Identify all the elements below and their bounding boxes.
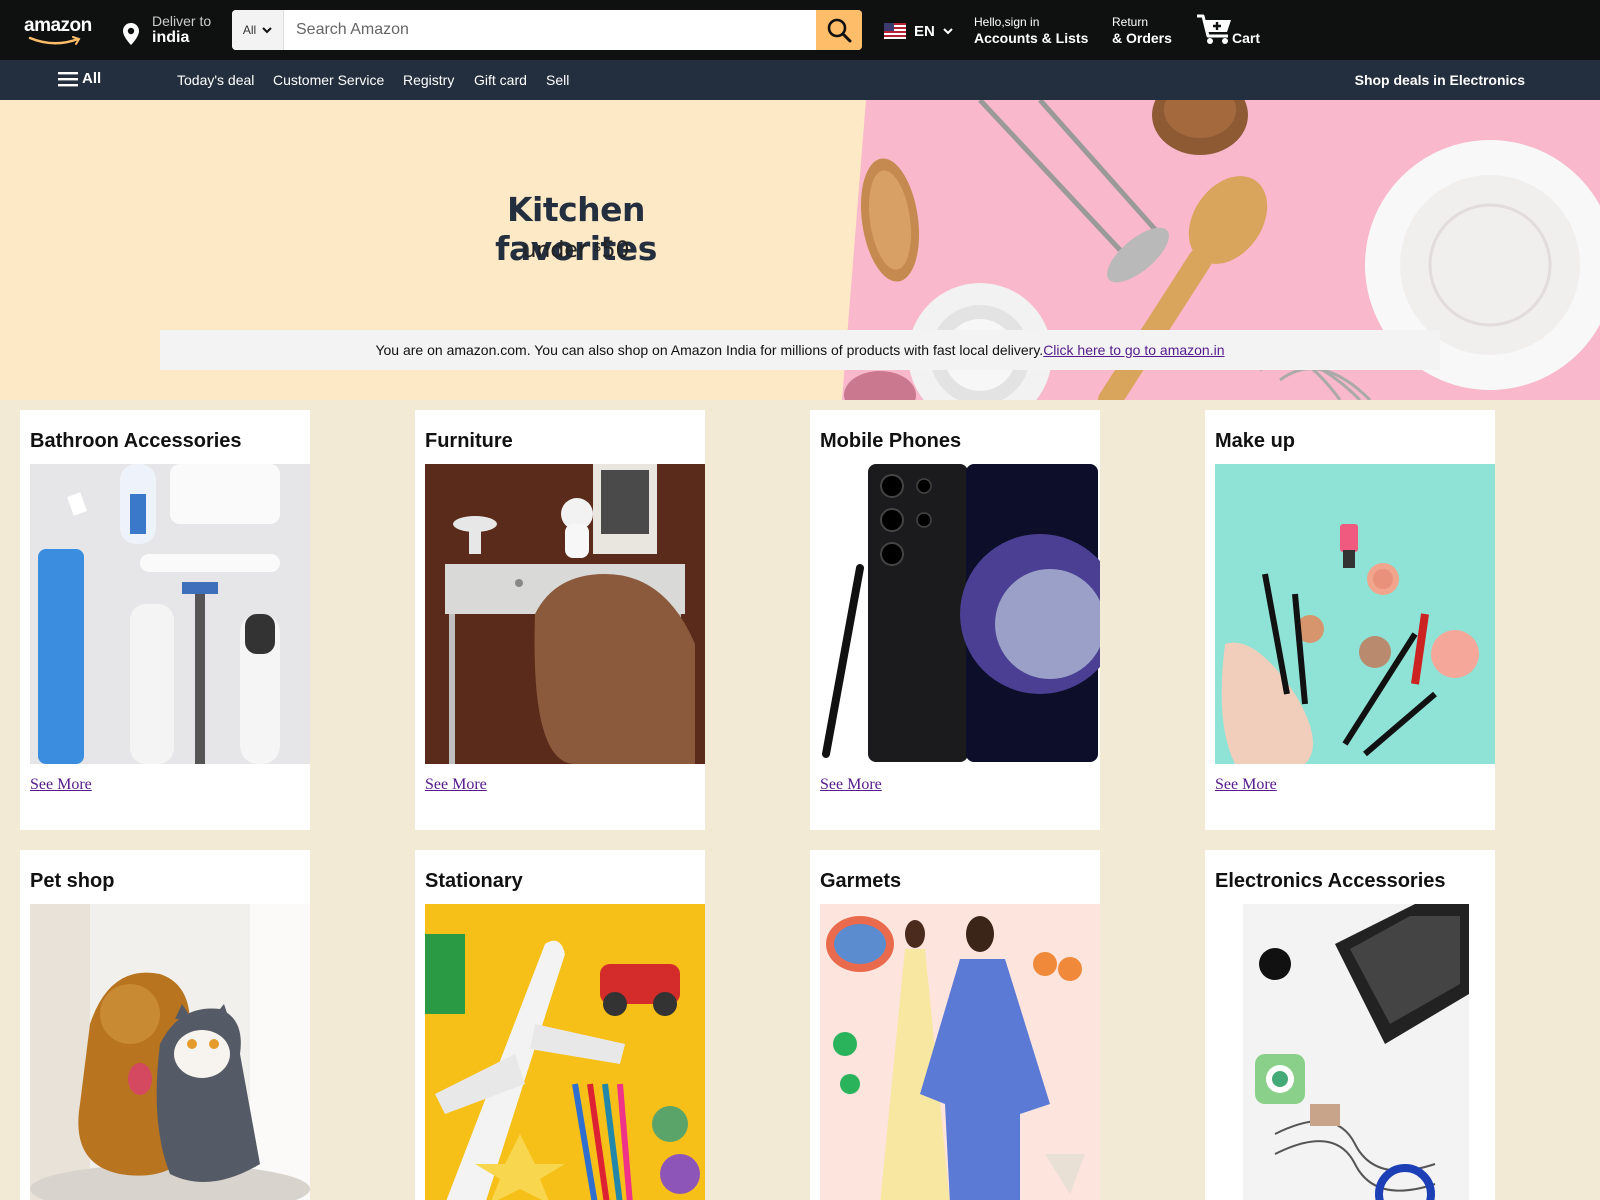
nav-link-registry[interactable]: Registry	[403, 72, 454, 88]
us-flag-icon	[884, 23, 906, 39]
category-card-furniture[interactable]: Furniture See More	[415, 410, 705, 830]
all-menu-button[interactable]: All	[58, 70, 101, 87]
category-card-stationary[interactable]: Stationary	[415, 850, 705, 1200]
nav-link-gift-card[interactable]: Gift card	[474, 72, 527, 88]
garments-image[interactable]	[820, 904, 1100, 1200]
account-greeting: Hello,sign in	[974, 15, 1040, 29]
cart-label: Cart	[1232, 30, 1261, 46]
all-label: All	[82, 70, 102, 87]
see-more-link[interactable]: See More	[425, 776, 487, 794]
nav-link-customer-service[interactable]: Customer Service	[273, 72, 384, 88]
logo-smile-icon	[28, 36, 81, 45]
cart-icon	[1197, 14, 1231, 44]
account-menu[interactable]: Hello,sign in Accounts & Lists	[974, 15, 1088, 46]
search-category-label: All	[242, 23, 257, 37]
electronics-accessories-image[interactable]	[1215, 904, 1495, 1200]
hero-currency: $	[593, 240, 602, 254]
card-title: Pet shop	[30, 870, 115, 892]
card-title: Garmets	[820, 870, 902, 892]
category-card-makeup[interactable]: Make up See More	[1205, 410, 1495, 830]
site-notice: You are on amazon.com. You can also shop…	[160, 330, 1440, 370]
logo-text: amazon	[24, 15, 92, 36]
hamburger-menu-icon	[58, 71, 78, 86]
top-navbar: amazon Deliver to india All Search Amazo…	[0, 0, 1600, 60]
search-bar: All	[232, 10, 862, 50]
secondary-navbar: All Today's deal Customer Service Regist…	[0, 60, 1600, 100]
category-card-electronics-accessories[interactable]: Electronics Accessories	[1205, 850, 1495, 1200]
hero-amount: 50	[601, 238, 630, 263]
chevron-down-icon	[943, 27, 953, 34]
mobile-phones-image[interactable]	[820, 464, 1100, 764]
notice-text: You are on amazon.com. You can also shop…	[375, 342, 1044, 358]
deliver-location: india	[152, 29, 190, 46]
see-more-link[interactable]: See More	[1215, 776, 1277, 794]
hero-banner[interactable]: Kitchen favorites under $50 You are on a…	[0, 100, 1600, 400]
deliver-label: Deliver to	[152, 13, 212, 29]
bathroom-accessories-image[interactable]	[30, 464, 310, 764]
search-icon	[827, 18, 852, 43]
location-pin-icon	[123, 23, 139, 45]
search-button[interactable]	[816, 10, 862, 50]
nav-link-sell[interactable]: Sell	[546, 72, 569, 88]
nav-link-todays-deal[interactable]: Today's deal	[177, 72, 254, 88]
category-card-pet-shop[interactable]: Pet shop	[20, 850, 310, 1200]
see-more-link[interactable]: See More	[30, 776, 92, 794]
pet-shop-image[interactable]	[30, 904, 310, 1200]
language-selector[interactable]: EN	[884, 20, 953, 42]
card-title: Bathroon Accessories	[30, 430, 242, 452]
orders-label: & Orders	[1112, 30, 1172, 46]
chevron-down-icon	[262, 26, 272, 33]
card-title: Mobile Phones	[820, 430, 962, 452]
hero-subtitle-prefix: under	[522, 238, 594, 263]
see-more-link[interactable]: See More	[820, 776, 882, 794]
furniture-image[interactable]	[425, 464, 705, 764]
card-title: Electronics Accessories	[1215, 870, 1446, 892]
hero-subtitle: under $50	[436, 238, 716, 263]
cart-button[interactable]: Cart	[1196, 12, 1266, 48]
shop-deals-link[interactable]: Shop deals in Electronics	[1355, 72, 1525, 88]
category-card-garments[interactable]: Garmets	[810, 850, 1100, 1200]
amazon-logo[interactable]: amazon	[20, 12, 98, 48]
search-input[interactable]	[284, 10, 816, 50]
stationary-image[interactable]	[425, 904, 705, 1200]
language-label: EN	[914, 22, 935, 40]
card-title: Stationary	[425, 870, 523, 892]
category-card-mobile-phones[interactable]: Mobile Phones See More	[810, 410, 1100, 830]
card-title: Furniture	[425, 430, 513, 452]
card-title: Make up	[1215, 430, 1296, 452]
amazon-in-link[interactable]: Click here to go to amazon.in	[1043, 342, 1224, 358]
makeup-image[interactable]	[1215, 464, 1495, 764]
returns-label: Return	[1112, 15, 1149, 29]
account-label: Accounts & Lists	[974, 30, 1089, 46]
search-category-select[interactable]: All	[232, 10, 284, 50]
returns-orders[interactable]: Return & Orders	[1112, 15, 1172, 46]
category-card-bathroom[interactable]: Bathroon Accessories See More	[20, 410, 310, 830]
